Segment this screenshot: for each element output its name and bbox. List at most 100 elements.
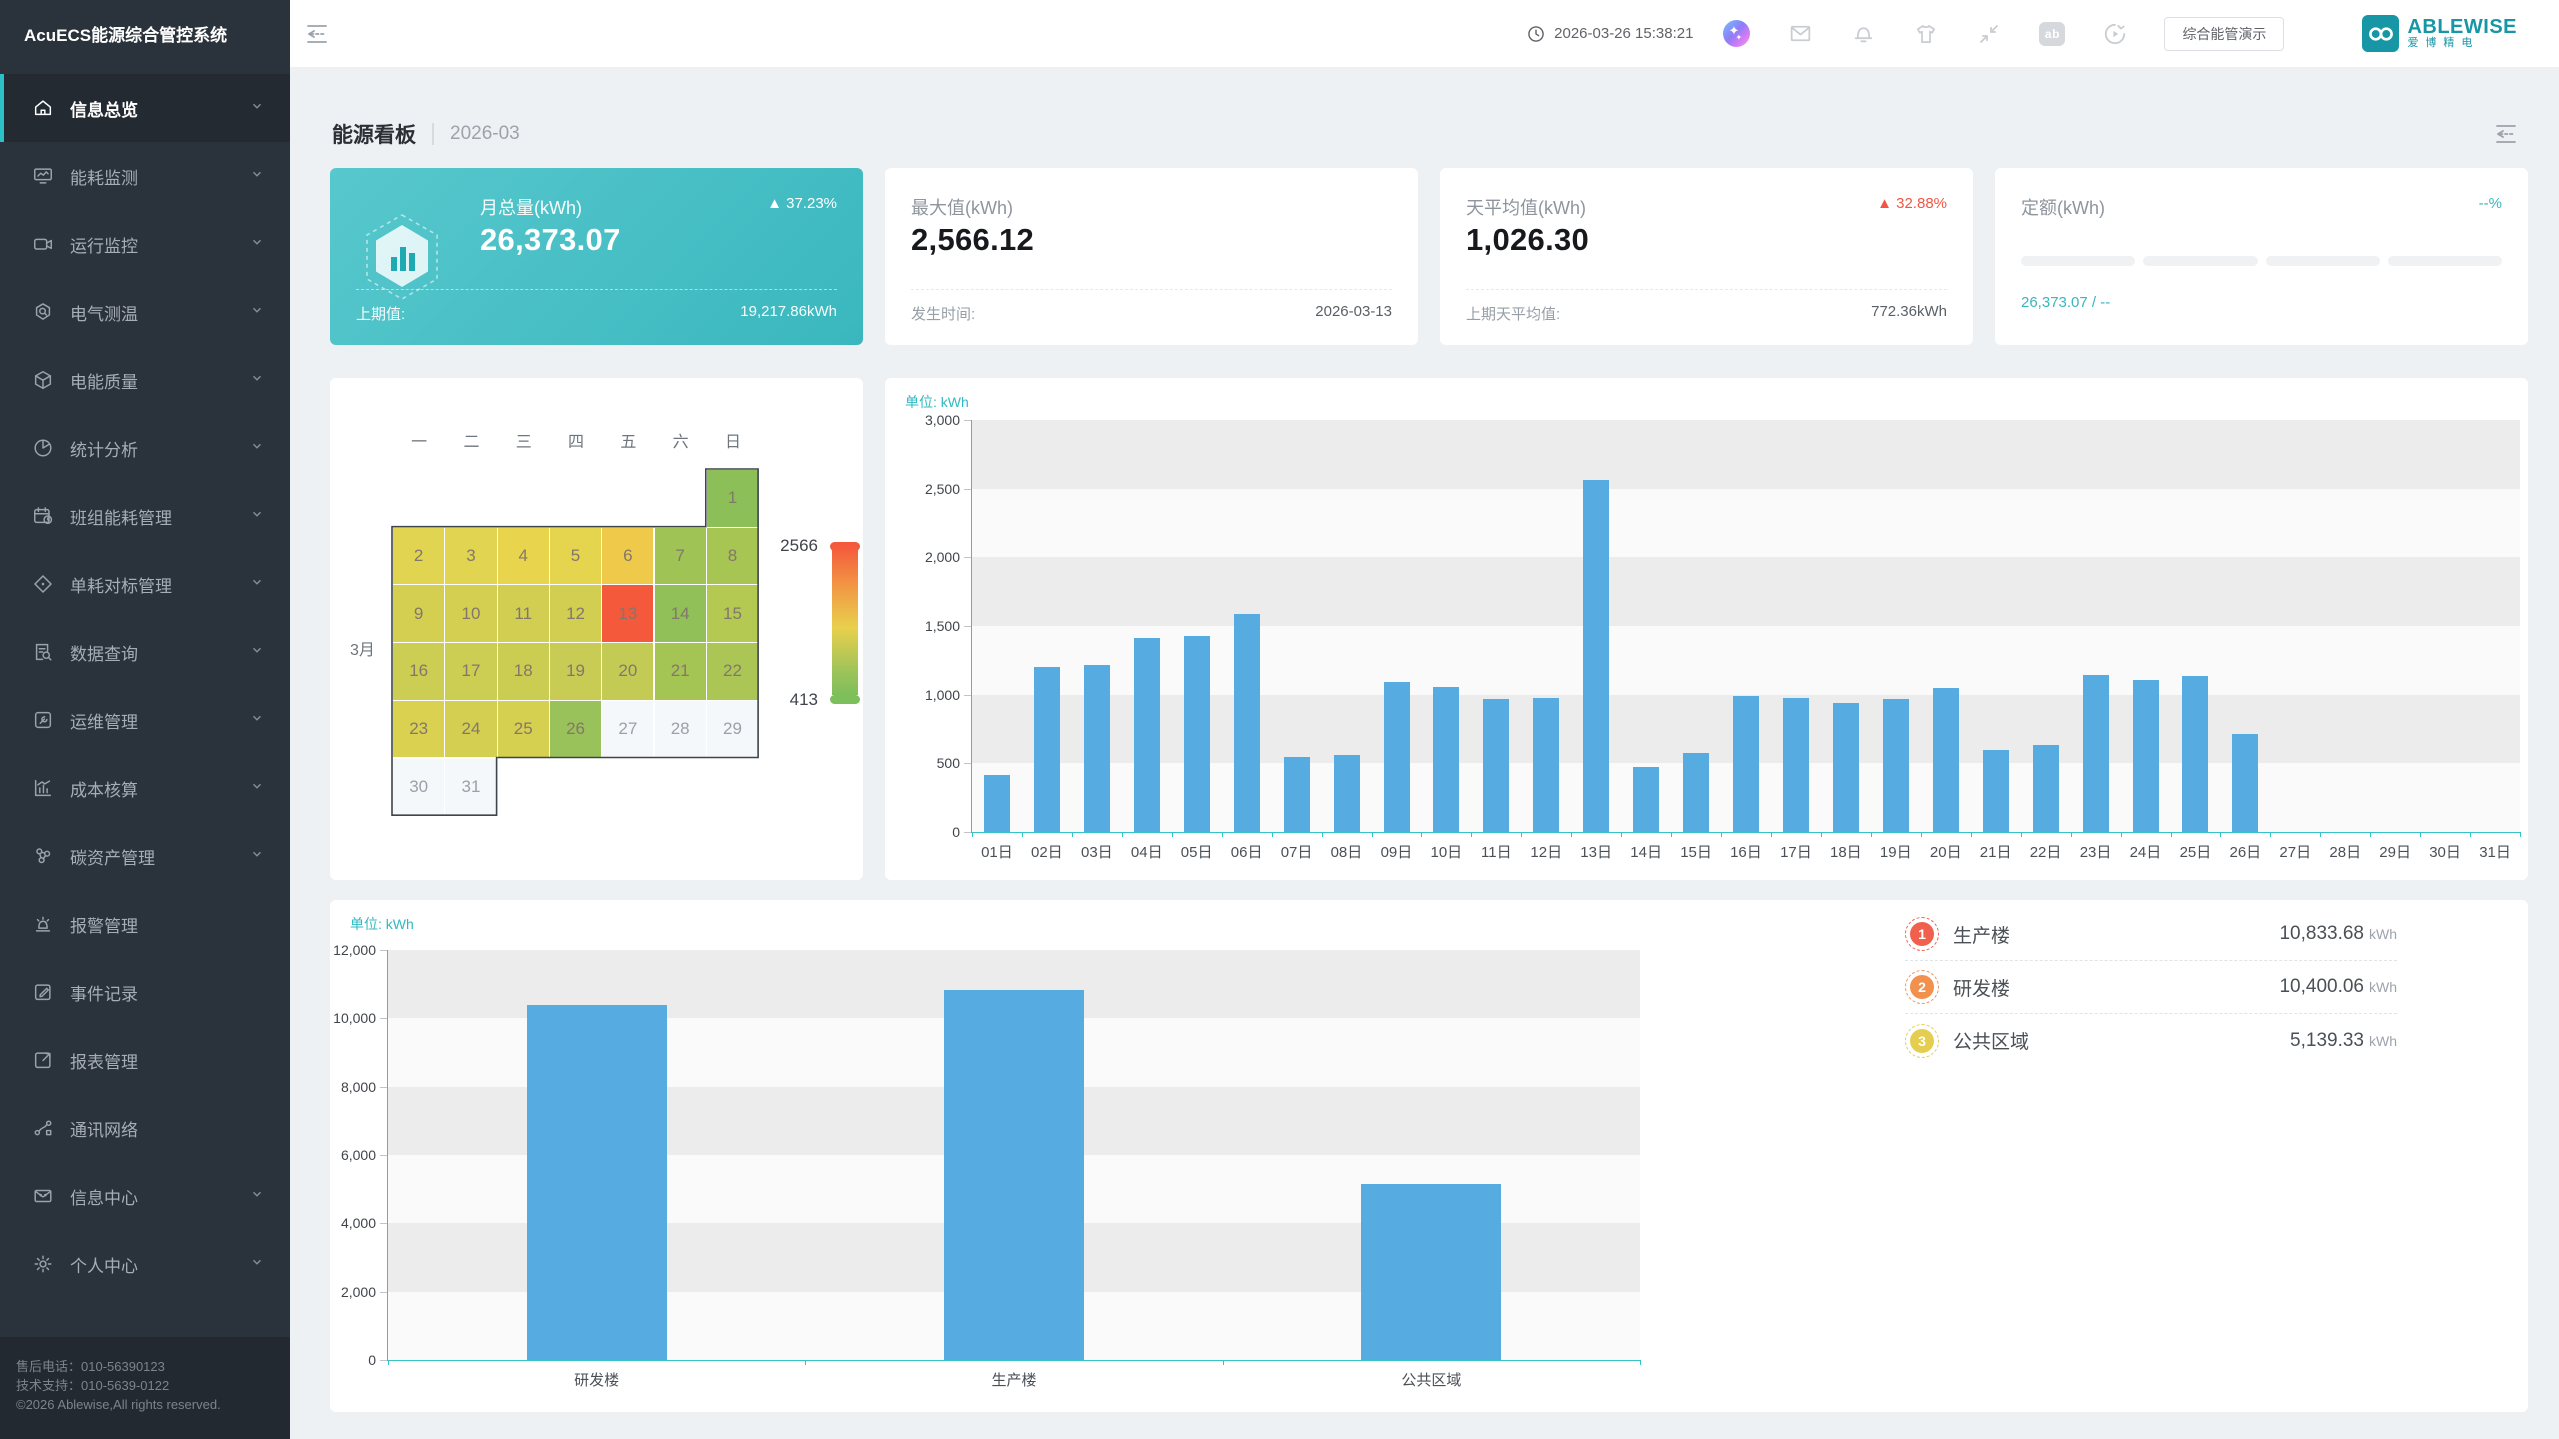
bar-22日[interactable] [2033,745,2059,832]
calendar-day-cell[interactable]: 31 [445,759,496,816]
calendar-day-cell[interactable]: 14 [655,585,706,642]
calendar-day-cell[interactable]: 26 [550,701,601,758]
calendar-day-cell[interactable]: 30 [393,759,444,816]
bar-15日[interactable] [1683,753,1709,832]
x-axis-category-label: 27日 [2270,841,2320,862]
bar-研发楼[interactable] [527,1005,667,1360]
sidebar-item-pie[interactable]: 统计分析 [0,414,290,482]
sidebar-item-calendar[interactable]: 班组能耗管理 [0,482,290,550]
bar-10日[interactable] [1433,687,1459,832]
calendar-day-cell[interactable]: 17 [445,643,496,700]
ranking-row[interactable]: 3公共区域5,139.33kWh [1905,1014,2397,1067]
bar-08日[interactable] [1334,755,1360,832]
bar-14日[interactable] [1633,767,1659,832]
sidebar-item-edit[interactable]: 事件记录 [0,958,290,1026]
calendar-day-cell[interactable]: 15 [707,585,758,642]
calendar-day-cell[interactable]: 4 [498,528,549,585]
x-axis-category-label: 14日 [1621,841,1671,862]
brand-logo[interactable]: ABLEWISE 爱博精电 [2362,15,2517,52]
replay-icon[interactable] [2102,21,2128,47]
ranking-row[interactable]: 1生产楼10,833.68kWh [1905,908,2397,961]
calendar-day-cell[interactable]: 11 [498,585,549,642]
bar-06日[interactable] [1234,614,1260,832]
calendar-day-cell[interactable]: 13 [602,585,653,642]
compress-icon[interactable] [1976,21,2002,47]
y-axis-tick-label: 2,500 [885,480,960,498]
bar-03日[interactable] [1084,665,1110,833]
calendar-day-cell[interactable]: 28 [655,701,706,758]
sidebar-item-monitor[interactable]: 能耗监测 [0,142,290,210]
calendar-day-cell[interactable]: 12 [550,585,601,642]
mail-icon[interactable] [1787,21,1813,47]
panel-collapse-icon[interactable] [2493,122,2519,146]
bar-13日[interactable] [1583,480,1609,832]
report-icon [32,1049,54,1071]
demo-mode-button[interactable]: 综合能管演示 [2164,17,2284,51]
x-axis-category-label: 02日 [1022,841,1072,862]
x-axis-category-label: 29日 [2370,841,2420,862]
ranking-row[interactable]: 2研发楼10,400.06kWh [1905,961,2397,1014]
sidebar-item-alarm[interactable]: 报警管理 [0,890,290,958]
calendar-day-cell[interactable]: 1 [707,470,758,527]
calendar-day-cell[interactable]: 16 [393,643,444,700]
sidebar-item-gear[interactable]: 个人中心 [0,1230,290,1298]
bar-01日[interactable] [984,775,1010,832]
bar-05日[interactable] [1184,636,1210,832]
sidebar-item-doc-search[interactable]: 数据查询 [0,618,290,686]
sidebar-collapse-icon[interactable] [304,22,330,46]
sidebar-item-network[interactable]: 通讯网络 [0,1094,290,1162]
calendar-day-cell[interactable]: 7 [655,528,706,585]
bar-21日[interactable] [1983,750,2009,832]
calendar-day-cell[interactable]: 25 [498,701,549,758]
calendar-day-cell[interactable]: 23 [393,701,444,758]
calendar-day-cell[interactable]: 6 [602,528,653,585]
bar-16日[interactable] [1733,696,1759,832]
sidebar-item-camera[interactable]: 运行监控 [0,210,290,278]
sidebar-item-message[interactable]: 信息中心 [0,1162,290,1230]
bar-18日[interactable] [1833,703,1859,833]
calendar-day-cell[interactable]: 19 [550,643,601,700]
bar-20日[interactable] [1933,688,1959,832]
ab-app-icon[interactable]: ab [2039,21,2065,47]
sidebar-item-thermometer[interactable]: 电气测温 [0,278,290,346]
bar-25日[interactable] [2182,676,2208,832]
x-axis-tick-mark [972,832,973,837]
calendar-day-cell[interactable]: 5 [550,528,601,585]
calendar-day-cell[interactable]: 10 [445,585,496,642]
x-axis-tick-mark [1621,832,1622,837]
bar-02日[interactable] [1034,667,1060,832]
bar-公共区域[interactable] [1361,1184,1501,1360]
bar-11日[interactable] [1483,699,1509,832]
x-axis-tick-mark [2021,832,2022,837]
calendar-day-cell[interactable]: 2 [393,528,444,585]
sidebar-item-cube[interactable]: 电能质量 [0,346,290,414]
bar-17日[interactable] [1783,698,1809,832]
calendar-day-cell[interactable]: 24 [445,701,496,758]
bell-icon[interactable] [1850,21,1876,47]
ai-assistant-icon[interactable]: ✦✦ [1723,20,1750,47]
calendar-day-cell[interactable]: 3 [445,528,496,585]
calendar-day-cell[interactable]: 20 [602,643,653,700]
bar-19日[interactable] [1883,699,1909,832]
bar-12日[interactable] [1533,698,1559,832]
sidebar-item-wrench[interactable]: 运维管理 [0,686,290,754]
x-axis-tick-mark [1372,832,1373,837]
bar-23日[interactable] [2083,675,2109,832]
bar-24日[interactable] [2133,680,2159,832]
theme-skin-icon[interactable] [1913,21,1939,47]
bar-26日[interactable] [2232,734,2258,832]
calendar-day-cell[interactable]: 9 [393,585,444,642]
bar-07日[interactable] [1284,757,1310,832]
calendar-day-cell[interactable]: 27 [602,701,653,758]
sidebar-item-molecule[interactable]: 碳资产管理 [0,822,290,890]
bar-04日[interactable] [1134,638,1160,832]
sidebar-item-chart[interactable]: 成本核算 [0,754,290,822]
bar-09日[interactable] [1384,682,1410,832]
sidebar-item-home[interactable]: 信息总览 [0,74,290,142]
sidebar-item-report[interactable]: 报表管理 [0,1026,290,1094]
calendar-heatmap-card: 一二三四五六日3月1234567891011121314151617181920… [330,378,863,880]
calendar-day-cell[interactable]: 21 [655,643,706,700]
bar-生产楼[interactable] [944,990,1084,1360]
sidebar-item-target[interactable]: 单耗对标管理 [0,550,290,618]
calendar-day-cell[interactable]: 18 [498,643,549,700]
